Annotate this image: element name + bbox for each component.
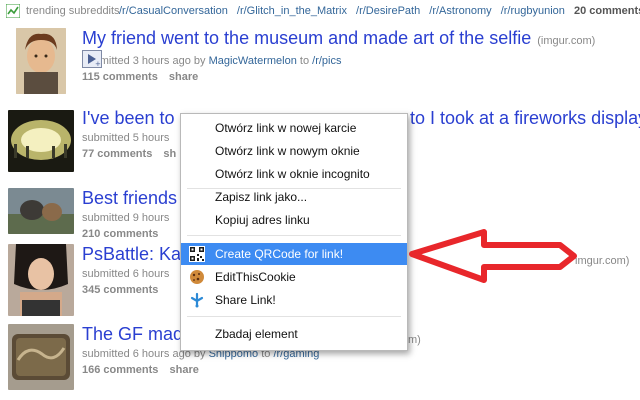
post-author[interactable]: MagicWatermelon [209, 55, 297, 67]
post-title-link[interactable]: My friend went to the museum and made ar… [82, 28, 640, 51]
trending-link[interactable]: /r/Astronomy [429, 5, 491, 17]
trending-links: /r/CasualConversation /r/Glitch_in_the_M… [119, 5, 640, 17]
post-title[interactable]: I've been to [82, 108, 175, 128]
qrcode-icon [189, 246, 205, 262]
post-domain[interactable]: imgur.com) [575, 255, 629, 267]
share-link[interactable]: sh [163, 148, 176, 160]
menu-item-share-link[interactable]: Share Link! [181, 289, 407, 311]
menu-item-create-qrcode[interactable]: Create QRCode for link! [181, 243, 407, 265]
comments-link[interactable]: 345 comments [82, 284, 158, 296]
menu-item-save-link-as[interactable]: Zapisz link jako... [181, 186, 407, 208]
trending-link[interactable]: /r/CasualConversation [119, 5, 228, 17]
post-buttons: 166 comments share [82, 363, 640, 377]
post-domain[interactable]: m) [408, 334, 421, 346]
share-icon [190, 292, 204, 308]
post-buttons: 115 comments share [82, 70, 640, 84]
trending-link[interactable]: /r/Glitch_in_the_Matrix [237, 5, 347, 17]
post-submitted: submitted 9 hours [82, 212, 170, 224]
post-thumbnail[interactable] [8, 244, 74, 316]
post-title[interactable]: PsBattle: Ka [82, 244, 181, 264]
post-thumbnail[interactable] [8, 324, 74, 390]
trending-icon [6, 4, 20, 18]
expando-button[interactable]: + [82, 50, 102, 68]
svg-text:+: + [95, 60, 101, 67]
menu-item-label: Share Link! [215, 293, 276, 307]
play-icon: + [88, 54, 101, 68]
menu-separator [187, 235, 401, 236]
post-submitted: submitted 5 hours [82, 132, 170, 144]
post-thumbnail[interactable] [16, 28, 66, 94]
post-title[interactable]: My friend went to the museum and made ar… [82, 28, 531, 48]
menu-item-copy-link-address[interactable]: Kopiuj adres linku [181, 209, 407, 231]
post-to: to [299, 55, 310, 67]
share-link[interactable]: share [169, 71, 198, 83]
menu-separator [187, 316, 401, 317]
post-tagline: submitted 3 hours ago by MagicWatermelon… [82, 54, 640, 68]
comments-link[interactable]: 77 comments [82, 148, 152, 160]
menu-item-label: EditThisCookie [215, 270, 296, 284]
trending-link[interactable]: /r/rugbyunion [501, 5, 565, 17]
post-subreddit[interactable]: /r/pics [312, 55, 341, 67]
post-submitted: submitted 6 hours [82, 268, 170, 280]
comments-link[interactable]: 115 comments [82, 71, 158, 83]
trending-label: trending subreddits [26, 5, 120, 17]
trending-link[interactable]: /r/DesirePath [356, 5, 420, 17]
menu-item-inspect-element[interactable]: Zbadaj element [181, 323, 407, 345]
menu-item-open-new-window[interactable]: Otwórz link w nowym oknie [181, 140, 407, 162]
post-title-tail[interactable]: to I took at a fireworks display [410, 108, 640, 128]
post-domain[interactable]: (imgur.com) [537, 35, 595, 47]
post-thumbnail[interactable] [8, 188, 74, 234]
menu-item-open-new-tab[interactable]: Otwórz link w nowej karcie [181, 117, 407, 139]
menu-item-label: Create QRCode for link! [215, 247, 344, 261]
post-title[interactable]: The GF mad [82, 324, 183, 344]
post-title[interactable]: Best friends [82, 188, 177, 208]
post-thumbnail[interactable] [8, 110, 74, 172]
trending-comments-link[interactable]: 20 comments [574, 5, 640, 17]
context-menu: Otwórz link w nowej karcie Otwórz link w… [180, 113, 408, 351]
menu-item-editthiscookie[interactable]: EditThisCookie [181, 266, 407, 288]
comments-link[interactable]: 210 comments [82, 228, 158, 240]
menu-item-open-incognito[interactable]: Otwórz link w oknie incognito [181, 163, 407, 185]
trending-bar: trending subreddits /r/CasualConversatio… [0, 0, 640, 22]
cookie-icon [190, 270, 204, 284]
share-link[interactable]: share [170, 364, 199, 376]
comments-link[interactable]: 166 comments [82, 364, 158, 376]
post-item: My friend went to the museum and made ar… [0, 28, 640, 104]
